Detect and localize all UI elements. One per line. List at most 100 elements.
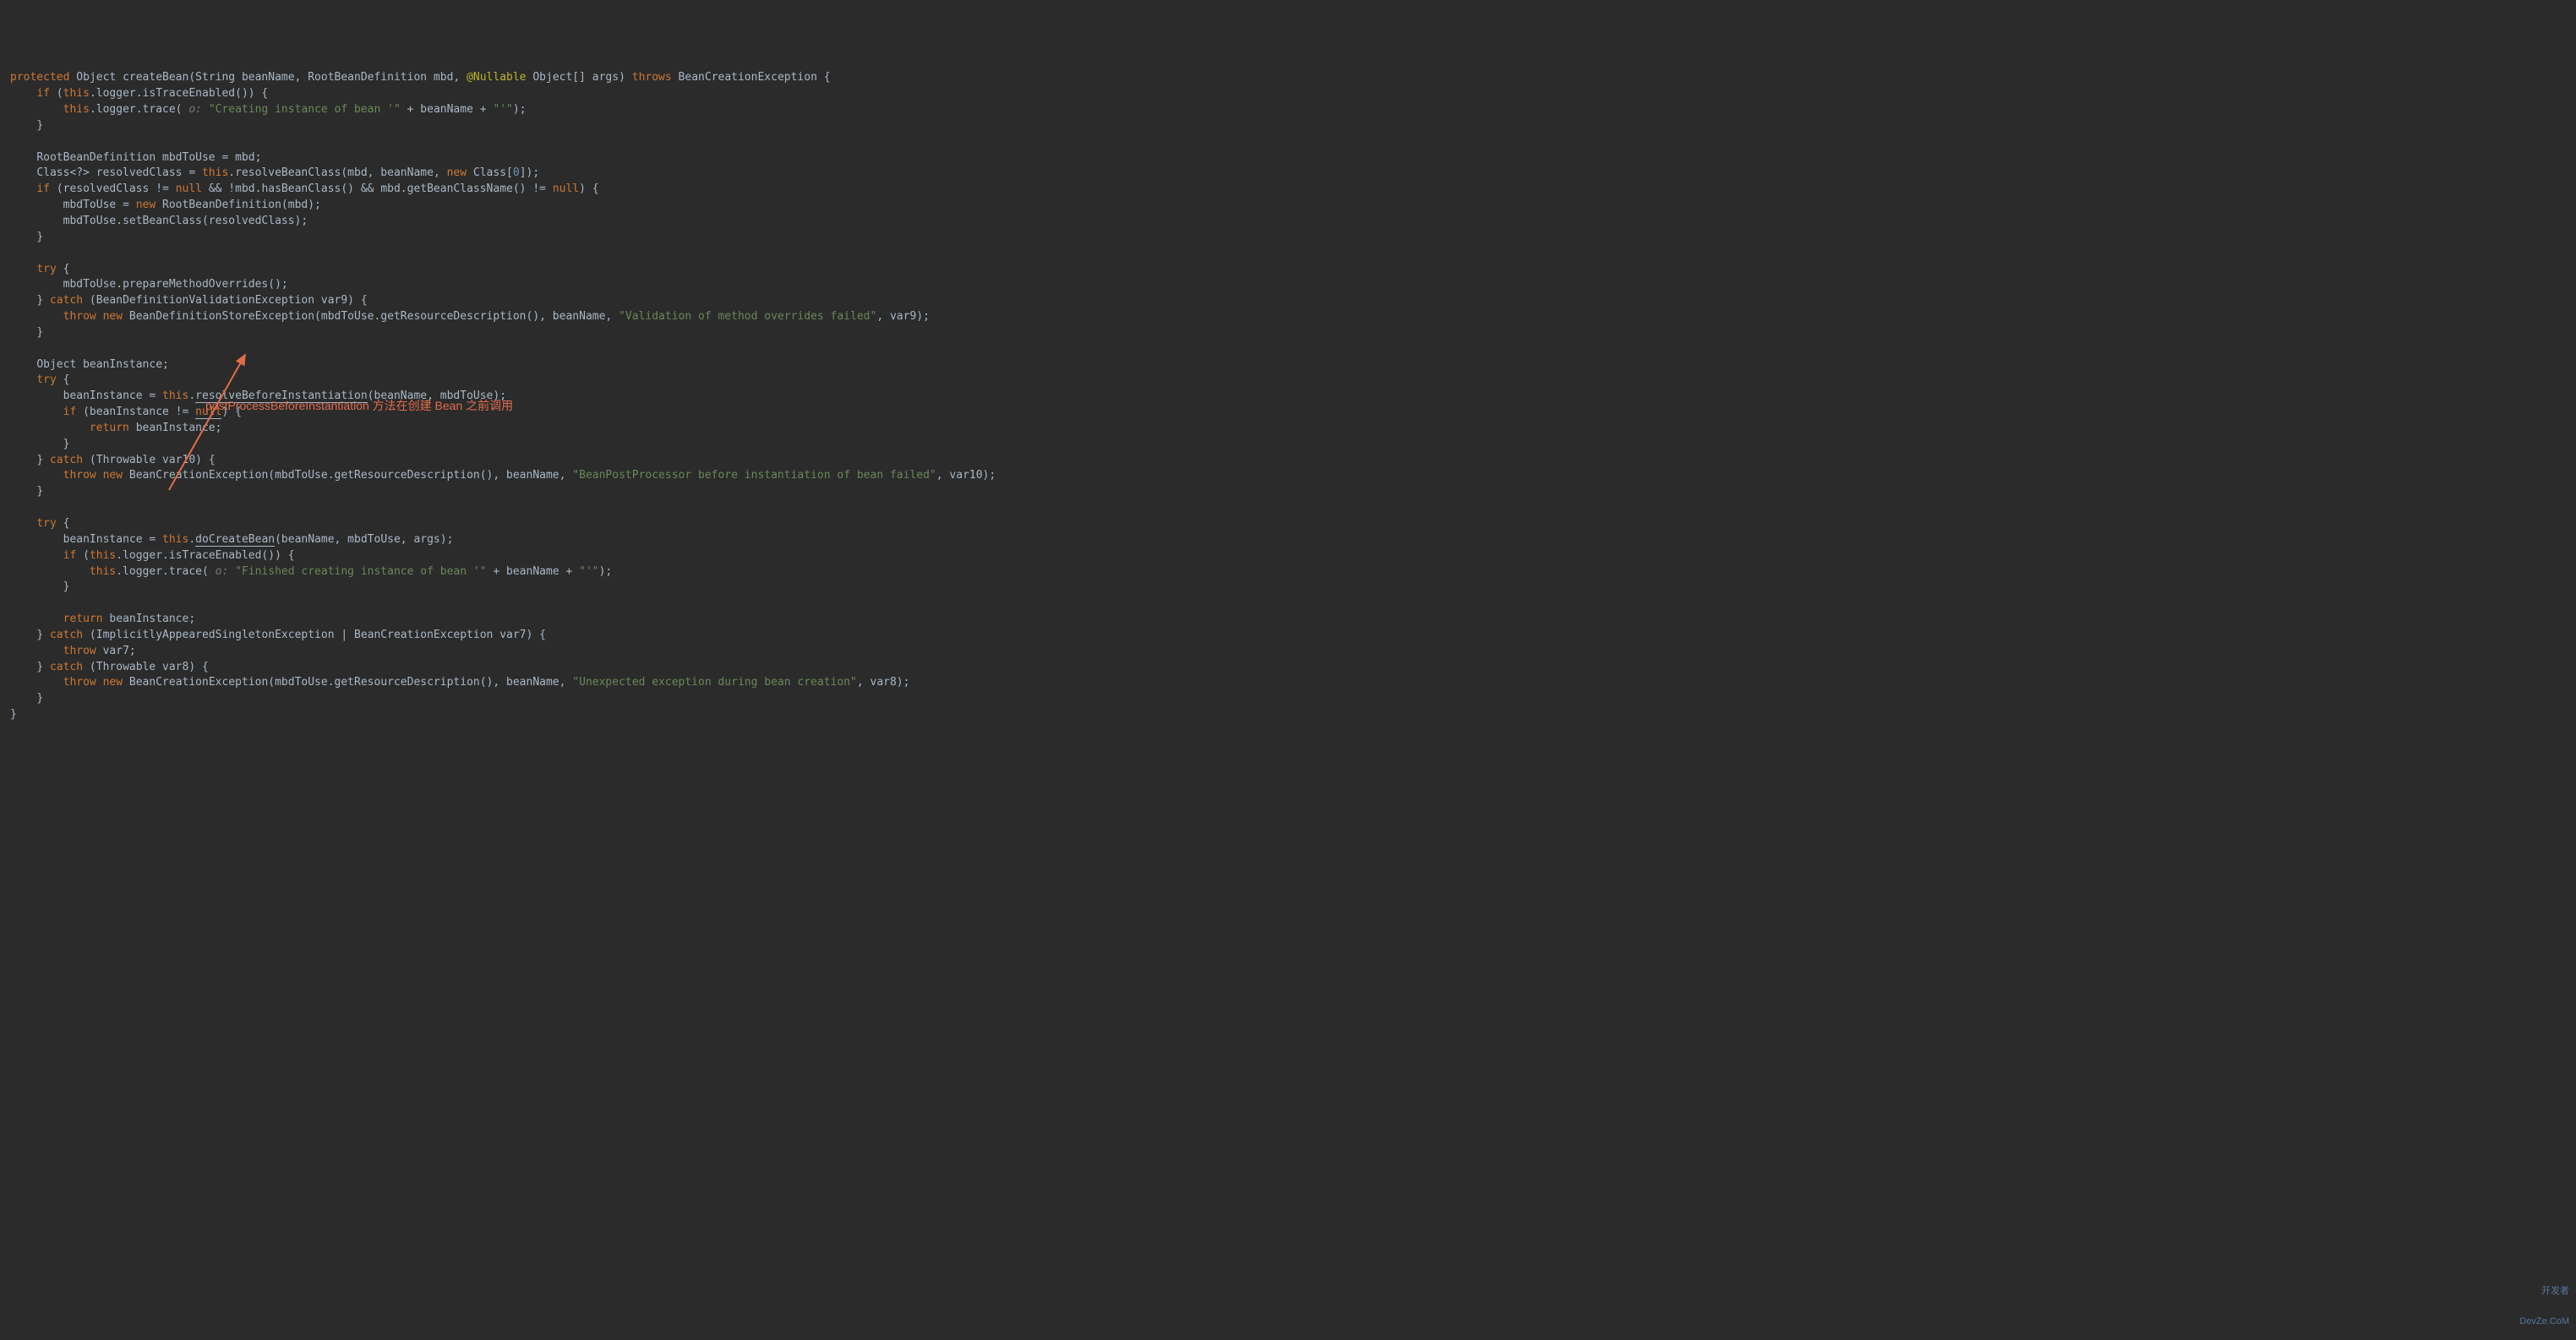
code-text: (beanName, mbdToUse, args); [275,533,453,546]
code-text: } [63,438,70,450]
code-text: } [36,485,43,498]
code-text: { [57,373,70,386]
keyword-if: if [36,182,50,195]
annotation-nullable: @Nullable [467,71,526,84]
param-hint: o: [209,565,235,578]
keyword-if: if [36,87,50,100]
code-text: beanInstance = [63,389,162,402]
code-text: .resolveBeanClass(mbd, beanName, [228,166,446,179]
keyword-if: if [63,406,77,418]
keyword-null: null [176,182,202,195]
code-text: mbdToUse.prepareMethodOverrides(); [63,278,288,291]
keyword-return: return [90,422,129,434]
code-text: { [57,517,70,530]
method-doCreateBean: doCreateBean [195,533,275,547]
number-literal: 0 [513,166,520,179]
keyword-catch: catch [50,629,83,641]
code-text: RootBeanDefinition mbdToUse = mbd; [36,151,261,164]
code-text: mbdToUse = [63,199,136,211]
string-literal: "'" [579,565,598,578]
code-text: ); [513,103,527,116]
keyword-this: this [63,103,90,116]
watermark: 开发者 DevZe.CoM [2519,1265,2569,1337]
string-literal: "Creating instance of bean '" [209,103,401,116]
code-text: } [36,629,50,641]
keyword-throw: throw [63,645,96,657]
code-text: . [188,389,195,402]
code-text: (Throwable var10) { [83,454,216,466]
code-text: } [36,326,43,339]
string-literal: "BeanPostProcessor before instantiation … [572,469,936,482]
watermark-line1: 开发者 [2519,1286,2569,1296]
code-text: ); [599,565,613,578]
code-text: + beanName + [401,103,494,116]
annotation-label: postProcessBeforeInstantiation 方法在创建 Bea… [205,397,513,414]
code-text: Object[] args) [527,71,632,84]
string-literal: "Finished creating instance of bean '" [235,565,486,578]
keyword-throw-new: throw new [63,469,123,482]
code-text: ) { [579,182,598,195]
code-text: } [63,580,70,593]
code-text: BeanCreationException { [672,71,831,84]
code-text: mbdToUse.setBeanClass(resolvedClass); [63,215,308,227]
keyword-protected: protected [10,71,69,84]
keyword-this: this [90,549,116,562]
string-literal: "'" [493,103,512,116]
code-text: Class[ [467,166,513,179]
keyword-catch: catch [50,454,83,466]
code-text: BeanCreationException(mbdToUse.getResour… [123,676,572,689]
code-text: } [36,454,50,466]
code-text: RootBeanDefinition(mbd); [156,199,321,211]
code-text: ( [76,549,90,562]
keyword-try: try [36,517,56,530]
code-text: Object createBean(String beanName, RootB… [69,71,467,84]
keyword-try: try [36,373,56,386]
keyword-try: try [36,263,56,275]
code-text: Object beanInstance; [36,358,169,371]
keyword-if: if [63,549,77,562]
code-text: } [36,294,50,307]
param-hint: o: [183,103,209,116]
keyword-throw-new: throw new [63,310,123,323]
keyword-this: this [63,87,90,100]
code-text: beanInstance; [103,613,196,625]
keyword-throws: throws [632,71,672,84]
keyword-catch: catch [50,294,83,307]
code-text: , var9); [876,310,930,323]
string-literal: "Unexpected exception during bean creati… [572,676,857,689]
code-text: + beanName + [487,565,580,578]
code-text: } [36,692,43,705]
code-text: } [36,119,43,132]
keyword-new: new [136,199,156,211]
keyword-null: null [553,182,579,195]
code-text: Class<?> resolvedClass = [36,166,202,179]
keyword-return: return [63,613,103,625]
code-text: , var8); [857,676,910,689]
code-text: (Throwable var8) { [83,661,209,673]
code-text: var7; [96,645,136,657]
keyword-catch: catch [50,661,83,673]
keyword-throw-new: throw new [63,676,123,689]
code-text: (beanInstance != [76,406,195,418]
code-text: , var10); [936,469,996,482]
code-text: .logger.trace( [90,103,183,116]
code-text: } [36,661,50,673]
code-text: ]); [520,166,539,179]
code-text: . [188,533,195,546]
keyword-this: this [162,389,188,402]
code-text: .logger.trace( [116,565,209,578]
code-text: .logger.isTraceEnabled()) { [116,549,294,562]
code-text: BeanDefinitionStoreException(mbdToUse.ge… [123,310,619,323]
code-text: { [57,263,70,275]
code-text: } [10,708,17,721]
code-text: } [36,231,43,243]
keyword-this: this [90,565,116,578]
string-literal: "Validation of method overrides failed" [619,310,876,323]
keyword-new: new [447,166,467,179]
code-text: (ImplicitlyAppearedSingletonException | … [83,629,546,641]
code-text: .logger.isTraceEnabled()) { [90,87,268,100]
keyword-this: this [162,533,188,546]
code-text: && !mbd.hasBeanClass() && mbd.getBeanCla… [202,182,553,195]
code-text: BeanCreationException(mbdToUse.getResour… [123,469,572,482]
code-text: (resolvedClass != [50,182,176,195]
